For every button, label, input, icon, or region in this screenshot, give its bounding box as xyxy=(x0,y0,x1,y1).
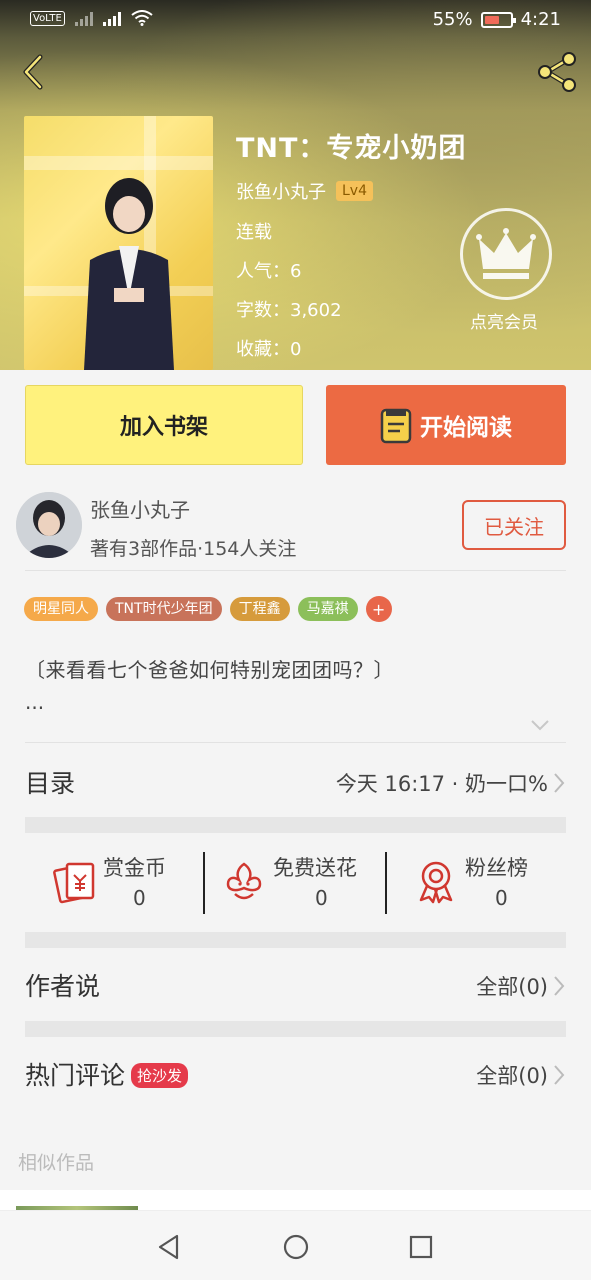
divider xyxy=(25,742,566,743)
hot-comments-row[interactable]: 热门评论 抢沙发 全部(0) xyxy=(25,1050,566,1100)
author-row[interactable]: 张鱼小丸子 著有3部作品·154人关注 已关注 xyxy=(0,480,591,570)
battery-percent: 55% xyxy=(432,9,473,30)
grab-sofa-badge: 抢沙发 xyxy=(131,1063,189,1088)
chevron-right-icon xyxy=(554,976,565,996)
author-says-row[interactable]: 作者说 全部(0) xyxy=(25,961,566,1011)
catalog-label: 目录 xyxy=(25,769,76,798)
tag-chip[interactable]: 丁程鑫 xyxy=(229,597,290,621)
catalog-row[interactable]: 目录 今天 16:17 · 奶一口% xyxy=(25,760,566,804)
coin-envelope-icon xyxy=(53,862,95,904)
section-divider xyxy=(25,817,566,833)
reward-coin-label: 赏金币 xyxy=(103,856,166,880)
flower-icon xyxy=(226,862,262,900)
system-nav-bar xyxy=(0,1210,591,1280)
chevron-right-icon xyxy=(554,773,565,793)
cover-person-image xyxy=(84,178,174,370)
follow-button[interactable]: 已关注 xyxy=(462,500,566,550)
book-popularity: 人气：6 xyxy=(236,261,302,282)
tag-chip[interactable]: 马嘉祺 xyxy=(297,597,358,621)
chevron-down-icon[interactable] xyxy=(529,714,551,736)
reward-coin-count: 0 xyxy=(133,886,146,910)
book-status: 连载 xyxy=(236,222,272,243)
hot-comments-label: 热门评论 抢沙发 xyxy=(25,1056,189,1092)
tag-chip[interactable]: 明星同人 xyxy=(24,597,98,621)
avatar[interactable] xyxy=(16,492,82,558)
signal-icon xyxy=(102,10,121,26)
fan-rank-label: 粉丝榜 xyxy=(465,856,528,880)
catalog-latest-chapter: 今天 16:17 · 奶一口% xyxy=(335,772,548,796)
author-says-label: 作者说 xyxy=(25,972,101,1001)
author-name[interactable]: 张鱼小丸子 xyxy=(90,494,190,523)
book-icon xyxy=(380,408,412,444)
chevron-right-icon xyxy=(554,1065,565,1085)
signal-icon xyxy=(74,10,93,26)
send-flower-button[interactable]: 免费送花 0 xyxy=(207,848,385,920)
separator xyxy=(203,852,205,914)
member-label[interactable]: 点亮会员 xyxy=(470,308,538,333)
tag-chip[interactable]: TNT时代少年团 xyxy=(106,597,222,621)
clock: 4:21 xyxy=(520,9,561,30)
book-cover[interactable] xyxy=(24,116,213,370)
hot-comments-all: 全部(0) xyxy=(476,1064,548,1088)
share-icon[interactable] xyxy=(533,48,581,96)
send-flower-label: 免费送花 xyxy=(273,856,357,880)
reward-coin-button[interactable]: 赏金币 0 xyxy=(25,848,205,920)
author-level-badge: Lv4 xyxy=(336,181,373,201)
similar-works-heading: 相似作品 xyxy=(18,1152,95,1174)
crown-icon xyxy=(476,228,536,279)
battery-icon xyxy=(480,11,516,28)
hero-author-name[interactable]: 张鱼小丸子 xyxy=(236,178,326,204)
wifi-icon xyxy=(131,10,153,26)
status-bar: VoLTE 55% 4:21 xyxy=(0,0,591,40)
nav-recents-icon[interactable] xyxy=(407,1233,435,1261)
back-icon[interactable] xyxy=(14,52,54,92)
start-reading-label: 开始阅读 xyxy=(420,415,512,441)
book-word-count: 字数：3,602 xyxy=(236,300,342,321)
separator xyxy=(385,852,387,914)
add-to-shelf-button[interactable]: 加入书架 xyxy=(25,385,303,465)
add-tag-button[interactable]: + xyxy=(365,596,392,622)
avatar-image xyxy=(16,492,82,558)
nav-back-icon[interactable] xyxy=(155,1233,183,1261)
divider xyxy=(25,570,566,571)
fan-rank-button[interactable]: 粉丝榜 0 xyxy=(389,848,566,920)
section-divider xyxy=(25,932,566,948)
send-flower-count: 0 xyxy=(315,886,328,910)
book-favorites: 收藏：0 xyxy=(236,339,302,360)
member-button[interactable] xyxy=(460,208,552,300)
tag-list: 明星同人 TNT时代少年团 丁程鑫 马嘉祺 + xyxy=(24,596,392,622)
nav-home-icon[interactable] xyxy=(282,1233,310,1261)
book-description: 〔来看看七个爸爸如何特别宠团团吗？〕 xyxy=(25,658,394,682)
author-says-all: 全部(0) xyxy=(476,975,548,999)
book-hero-header: VoLTE 55% 4:21 TNT：专宠小奶团 张鱼小丸子 Lv4 连载 人气… xyxy=(0,0,591,370)
section-divider xyxy=(25,1021,566,1037)
fan-rank-count: 0 xyxy=(495,886,508,910)
hot-comments-title: 热门评论 xyxy=(25,1061,126,1090)
author-stats: 著有3部作品·154人关注 xyxy=(90,538,297,560)
reward-row: 赏金币 0 免费送花 0 粉丝榜 0 xyxy=(25,848,566,920)
book-title: TNT：专宠小奶团 xyxy=(236,133,467,164)
description-ellipsis: ... xyxy=(25,690,45,714)
medal-icon xyxy=(419,861,453,904)
volte-icon: VoLTE xyxy=(30,10,65,26)
start-reading-button[interactable]: 开始阅读 xyxy=(326,385,566,465)
